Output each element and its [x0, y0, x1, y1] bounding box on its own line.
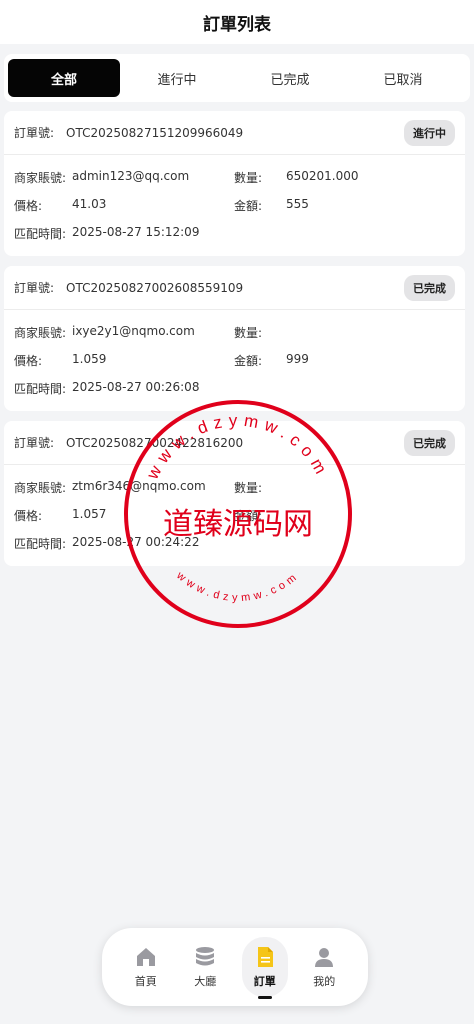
merchant-label: 商家賬號:: [14, 170, 67, 185]
nav-lobby[interactable]: 大廳: [182, 937, 228, 997]
merchant-label: 商家賬號:: [14, 480, 67, 495]
status-badge: 已完成: [404, 429, 455, 456]
price-value: 1.059: [72, 351, 107, 366]
nav-home[interactable]: 首頁: [123, 937, 169, 997]
tab-cancelled[interactable]: 已取消: [347, 59, 459, 97]
price-label: 價格:: [14, 198, 43, 213]
order-card-body: 商家賬號: ixye2y1@nqmo.com 數量: 價格: 1.059 金額: 99…: [4, 310, 465, 402]
database-icon: [196, 947, 215, 966]
tab-label: 已完成: [270, 72, 310, 88]
amount-value: 555: [286, 196, 309, 211]
nav-profile[interactable]: 我的: [301, 937, 347, 997]
tab-all[interactable]: 全部: [8, 59, 120, 97]
price-value: 1.057: [72, 506, 107, 521]
stamp-ring-bottom-text: www.dzymw.com: [174, 569, 302, 604]
match-time-label: 匹配時間:: [14, 381, 67, 396]
order-number: OTC20250827151209966049: [66, 125, 244, 140]
amount-value: 999: [286, 351, 309, 366]
match-time-label: 匹配時間:: [14, 536, 67, 551]
merchant-value: admin123@qq.com: [72, 168, 190, 183]
order-card-header: 訂單號: OTC20250827002608559109 已完成: [4, 266, 465, 310]
quantity-value: 650201.000: [286, 168, 359, 183]
order-card-body: 商家賬號: admin123@qq.com 數量: 650201.000 價格: 41…: [4, 155, 465, 247]
order-number: OTC20250827002608559109: [66, 280, 244, 295]
price-label: 價格:: [14, 508, 43, 523]
merchant-value: ixye2y1@nqmo.com: [72, 323, 195, 338]
nav-label: 首頁: [134, 975, 157, 988]
price-label: 價格:: [14, 353, 43, 368]
merchant-label: 商家賬號:: [14, 325, 67, 340]
page-title: 訂單列表: [203, 14, 271, 35]
home-icon: [136, 948, 155, 966]
quantity-label: 數量:: [234, 325, 263, 340]
status-tabs: 全部 進行中 已完成 已取消: [4, 54, 470, 102]
order-number-label: 訂單號:: [14, 126, 55, 140]
status-badge: 進行中: [404, 119, 455, 146]
tab-label: 進行中: [157, 72, 197, 88]
active-indicator: [257, 996, 272, 999]
price-value: 41.03: [72, 196, 107, 211]
nav-label: 訂單: [253, 975, 276, 988]
bottom-nav: 首頁 大廳 訂單 我的: [102, 928, 368, 1006]
nav-label: 大廳: [194, 975, 217, 988]
tab-in-progress[interactable]: 進行中: [121, 59, 233, 97]
user-icon: [315, 948, 334, 967]
document-icon: [257, 947, 273, 967]
order-number-label: 訂單號:: [14, 436, 55, 450]
amount-label: 金額:: [234, 198, 263, 213]
tab-label: 全部: [50, 72, 77, 88]
stamp-center-text: 道臻源码网: [163, 507, 313, 542]
amount-label: 金額:: [234, 353, 263, 368]
status-badge: 已完成: [404, 274, 455, 301]
order-number-label: 訂單號:: [14, 281, 55, 295]
watermark-stamp: www.dzymw.com 道臻源码网 www.dzymw.com: [124, 400, 352, 628]
quantity-label: 數量:: [234, 170, 263, 185]
order-card-header: 訂單號: OTC20250827151209966049 進行中: [4, 111, 465, 155]
match-time-value: 2025-08-27 15:12:09: [72, 224, 200, 239]
order-card[interactable]: 訂單號: OTC20250827151209966049 進行中 商家賬號: ad…: [4, 111, 465, 256]
tab-completed[interactable]: 已完成: [234, 59, 346, 97]
nav-label: 我的: [313, 975, 336, 988]
match-time-label: 匹配時間:: [14, 226, 67, 241]
order-card[interactable]: 訂單號: OTC20250827002608559109 已完成 商家賬號: ix…: [4, 266, 465, 411]
page-header: 訂單列表: [0, 0, 474, 44]
match-time-value: 2025-08-27 00:26:08: [72, 379, 200, 394]
tab-label: 已取消: [383, 72, 423, 88]
nav-orders[interactable]: 訂單: [241, 937, 288, 999]
page: 訂單列表 全部 進行中 已完成 已取消 訂單號: OTC202508271512…: [0, 0, 474, 1024]
